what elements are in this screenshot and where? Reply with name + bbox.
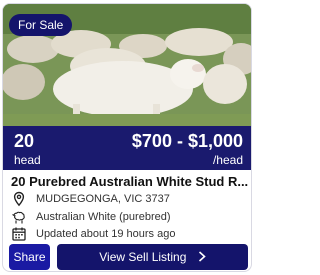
updated-row: Updated about 19 hours ago bbox=[11, 226, 175, 242]
sheep-icon bbox=[11, 209, 27, 225]
view-sell-listing-button[interactable]: View Sell Listing bbox=[57, 244, 248, 270]
map-pin-icon bbox=[11, 191, 27, 207]
head-unit-label: head bbox=[14, 153, 41, 167]
price-unit-label: /head bbox=[212, 153, 243, 167]
view-sell-listing-label: View Sell Listing bbox=[99, 250, 187, 264]
price-band: 20 head $700 - $1,000 /head bbox=[3, 126, 251, 170]
listing-card[interactable]: For Sale 20 head $700 - $1,000 /head 20 … bbox=[2, 3, 252, 272]
updated-text: Updated about 19 hours ago bbox=[36, 228, 176, 240]
breed-row: Australian White (purebred) bbox=[11, 209, 171, 225]
listing-title[interactable]: 20 Purebred Australian White Stud R... bbox=[11, 174, 249, 190]
price-range: $700 - $1,000 bbox=[131, 131, 243, 151]
location-text: MUDGEGONGA, VIC 3737 bbox=[36, 193, 170, 205]
location-row: MUDGEGONGA, VIC 3737 bbox=[11, 191, 170, 207]
share-button[interactable]: Share bbox=[9, 244, 50, 270]
listing-photo[interactable]: For Sale bbox=[3, 4, 251, 126]
head-count: 20 bbox=[14, 131, 35, 151]
breed-text: Australian White (purebred) bbox=[36, 211, 171, 223]
calendar-icon bbox=[11, 226, 27, 242]
for-sale-badge: For Sale bbox=[9, 14, 73, 36]
chevron-right-icon bbox=[198, 244, 206, 270]
